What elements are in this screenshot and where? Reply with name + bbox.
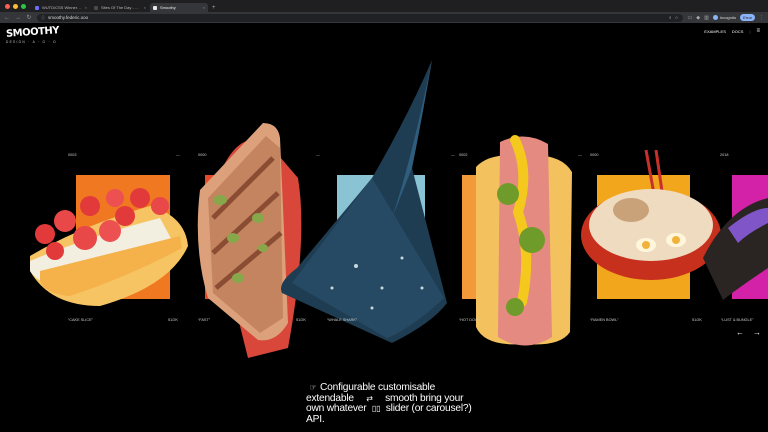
lust-illustration bbox=[703, 198, 768, 300]
tagline-line2a: extendable bbox=[306, 392, 354, 404]
tab-title: Sites Of The Day - Awwwards bbox=[101, 5, 141, 10]
slide-name-label: “FAST” bbox=[198, 318, 211, 322]
error-button[interactable]: Error bbox=[740, 14, 755, 21]
slide-year-label: 0003 bbox=[68, 153, 77, 157]
reload-button[interactable]: ↻ bbox=[26, 14, 32, 21]
tagline-line1: Configurable customisable bbox=[320, 382, 436, 393]
next-arrow-icon[interactable]: → bbox=[753, 328, 761, 337]
sidepanel-icon[interactable]: ▥ bbox=[704, 15, 709, 21]
toolbar-actions: ▭ ◆ ▥ Incognito Error ⋮ bbox=[688, 14, 764, 21]
tagline-line4: API. bbox=[306, 413, 325, 425]
prev-arrow-icon[interactable]: ← bbox=[736, 328, 744, 337]
slider-controls: ← → bbox=[736, 328, 761, 337]
nav-docs-link[interactable]: DOCS bbox=[732, 29, 744, 34]
incognito-icon bbox=[712, 15, 718, 20]
slide-year-label: 0002 bbox=[459, 153, 468, 157]
cake-slice-illustration bbox=[30, 188, 188, 306]
window-controls bbox=[0, 4, 32, 12]
new-tab-button[interactable]: + bbox=[209, 5, 219, 12]
slide-name-label: 51/2K bbox=[692, 318, 702, 322]
zoom-icon[interactable]: ⌕ bbox=[669, 15, 672, 20]
cast-icon[interactable]: ▭ bbox=[688, 15, 693, 21]
nav-examples-link[interactable]: EXAMPLES bbox=[704, 29, 726, 34]
back-button[interactable]: ← bbox=[4, 15, 10, 21]
slide-name-label: 51/2K bbox=[168, 318, 178, 322]
slide-name-label: 51/2K bbox=[296, 318, 306, 322]
browser-tab-active[interactable]: Smoothy × bbox=[150, 3, 208, 12]
tab-close-icon[interactable]: × bbox=[203, 5, 205, 10]
tab-title: WUTD/CSS Winners Shown | ... bbox=[42, 5, 82, 10]
browser-tab-strip: WUTD/CSS Winners Shown | ... × Sites Of … bbox=[0, 0, 768, 12]
incognito-indicator[interactable]: Incognito bbox=[712, 15, 737, 20]
minimize-window-button[interactable] bbox=[13, 4, 18, 9]
site-logo[interactable]: SMOOTHY bbox=[6, 25, 60, 40]
tab-favicon-icon bbox=[153, 5, 157, 10]
cards-icon: ▯▯ bbox=[371, 404, 381, 413]
url-text: smoothy.federic.ooo bbox=[48, 15, 89, 20]
browser-tab[interactable]: WUTD/CSS Winners Shown | ... × bbox=[32, 3, 90, 12]
bookmark-star-icon[interactable]: ☆ bbox=[675, 15, 679, 21]
slide-name-label: “WHALE SHARK” bbox=[327, 318, 358, 322]
tagline-line3a: own whatever bbox=[306, 403, 367, 414]
site-logo-subtitle: DESIGN · A · G · O bbox=[6, 40, 57, 44]
slide-name-label: “CAKE SLICE” bbox=[68, 318, 93, 322]
forward-button[interactable]: → bbox=[15, 15, 21, 21]
slide-name-label: “RAMEN BOWL” bbox=[590, 318, 619, 322]
browser-toolbar: ← → ↻ ⓘ smoothy.federic.ooo ⌕ ☆ ▭ ◆ ▥ In… bbox=[0, 12, 768, 23]
close-window-button[interactable] bbox=[5, 4, 10, 9]
slide-name-label: “HOT DOG” bbox=[459, 318, 480, 322]
site-info-icon[interactable]: ⓘ bbox=[41, 15, 45, 21]
tagline-line3b: slider (or carousel?) bbox=[385, 403, 472, 414]
browser-tab[interactable]: Sites Of The Day - Awwwards × bbox=[91, 3, 149, 12]
tab-favicon-icon bbox=[35, 5, 39, 10]
tagline-line2b: smooth bring your bbox=[385, 392, 464, 404]
address-bar[interactable]: ⓘ smoothy.federic.ooo ⌕ ☆ bbox=[37, 13, 683, 22]
hotdog-illustration bbox=[476, 135, 572, 346]
slide-year-label: — bbox=[451, 153, 455, 157]
menu-icon[interactable]: ≡ bbox=[756, 28, 760, 34]
nav-separator: | bbox=[749, 28, 751, 34]
tab-close-icon[interactable]: × bbox=[85, 5, 87, 10]
hero-tagline: ☞ Configurable customisable extendable ⇄ … bbox=[306, 382, 486, 425]
tab-title: Smoothy bbox=[160, 5, 176, 10]
whale-shark-illustration bbox=[281, 60, 447, 343]
tab-close-icon[interactable]: × bbox=[144, 5, 146, 10]
slide-name-label: “LUST & BUNGLE” bbox=[721, 318, 754, 322]
maximize-window-button[interactable] bbox=[21, 4, 26, 9]
tab-favicon-icon bbox=[94, 5, 98, 10]
extensions-icon[interactable]: ◆ bbox=[696, 15, 700, 21]
incognito-label: Incognito bbox=[719, 15, 737, 20]
kebab-menu-icon[interactable]: ⋮ bbox=[759, 15, 764, 21]
top-nav: EXAMPLES DOCS | ≡ bbox=[704, 28, 760, 34]
